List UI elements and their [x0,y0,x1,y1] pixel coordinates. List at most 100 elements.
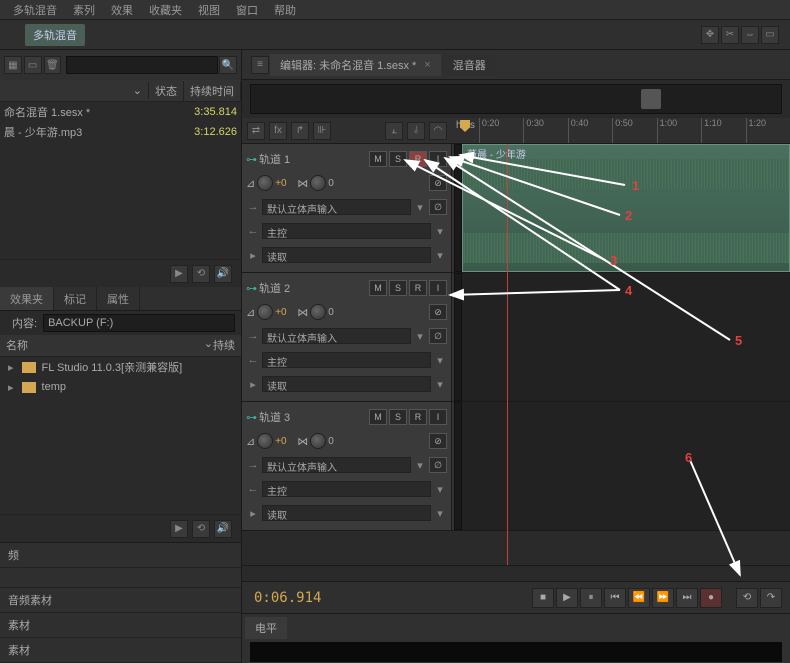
input-mon-icon[interactable]: ∅ [429,457,447,473]
track-name[interactable]: 轨道 1 [259,151,367,167]
rewind-button[interactable]: ⏪ [628,588,650,608]
autoplay-icon[interactable]: 🔊 [214,520,232,538]
menu-item[interactable]: 多轨混音 [13,2,57,18]
forward-button[interactable]: ⏩ [652,588,674,608]
menu-item[interactable]: 帮助 [274,2,296,18]
menu-item[interactable]: 收藏夹 [149,2,182,18]
pan-knob[interactable] [310,304,326,320]
input-combo[interactable]: 默认立体声输入 [262,328,411,344]
solo-button[interactable]: S [389,151,407,167]
input-combo[interactable]: 默认立体声输入 [262,457,411,473]
automation-combo[interactable]: 读取 [262,376,431,392]
automation-combo[interactable]: 读取 [262,505,431,521]
phase-icon[interactable]: ⊘ [429,433,447,449]
monitor-button[interactable]: I [429,280,447,296]
tree-folder[interactable]: ▸ FL Studio 11.0.3[亲测兼容版] [0,357,241,377]
mute-button[interactable]: M [369,151,387,167]
skip-sel-button[interactable]: ↷ [760,588,782,608]
editor-tab[interactable]: 编辑器: 未命名混音 1.sesx *× [270,54,441,76]
panel-menu-icon[interactable]: ≡ [251,56,269,74]
panel-item[interactable]: 素材 [0,613,241,638]
h-scrollbar[interactable] [242,565,790,581]
headphone-icon[interactable]: ◠ [429,122,447,140]
tool-move-icon[interactable]: ✥ [701,26,719,44]
volume-knob[interactable] [257,304,273,320]
input-combo[interactable]: 默认立体声输入 [262,199,411,215]
playhead[interactable] [507,144,508,565]
record-button[interactable]: R [409,409,427,425]
record-button[interactable]: R [409,280,427,296]
audio-clip[interactable]: 薇晨 - 少年游 [462,144,790,272]
input-mon-icon[interactable]: ∅ [429,328,447,344]
mixer-tab[interactable]: 混音器 [443,54,496,76]
menu-item[interactable]: 窗口 [236,2,258,18]
tab-markers[interactable]: 标记 [54,287,97,310]
volume-knob[interactable] [257,433,273,449]
menu-item[interactable]: 素列 [73,2,95,18]
loop-icon[interactable]: ⟲ [192,520,210,538]
panel-item[interactable]: 音频素材 [0,588,241,613]
tree-folder[interactable]: ▸ temp [0,377,241,397]
col-status[interactable]: 状态 [149,81,184,101]
track-name[interactable]: 轨道 2 [259,280,367,296]
track-lane[interactable]: 薇晨 - 少年游 [462,144,790,272]
track-lane[interactable] [462,273,790,401]
timecode[interactable]: 0:06.914 [250,590,321,606]
pan-knob[interactable] [310,433,326,449]
toggle-icon[interactable]: ⇄ [247,122,265,140]
overview[interactable] [250,84,782,114]
panel-item[interactable]: 频 [0,543,241,568]
level-tab[interactable]: 电平 [245,617,287,639]
monitor-button[interactable]: I [429,151,447,167]
pause-button[interactable]: ⏸ [580,588,602,608]
output-combo[interactable]: 主控 [262,352,431,368]
file-row[interactable]: 命名混音 1.sesx * 3:35.814 [0,102,241,122]
close-icon[interactable]: × [424,59,430,71]
overview-handle[interactable] [641,89,661,109]
play-button[interactable]: ▶ [556,588,578,608]
output-combo[interactable]: 主控 [262,481,431,497]
track-lane[interactable] [462,402,790,530]
magnet-icon[interactable]: ⫰ [407,122,425,140]
autoplay-icon[interactable]: 🔊 [214,265,232,283]
output-combo[interactable]: 主控 [262,223,431,239]
phase-icon[interactable]: ⊘ [429,304,447,320]
open-file-icon[interactable]: ▭ [24,56,42,74]
record-button[interactable]: R [409,151,427,167]
delete-icon[interactable]: 🗑 [44,56,62,74]
volume-knob[interactable] [257,175,273,191]
search-input[interactable] [66,56,218,74]
send-icon[interactable]: ↱ [291,122,309,140]
automation-combo[interactable]: 读取 [262,247,431,263]
phase-icon[interactable]: ⊘ [429,175,447,191]
skip-fwd-button[interactable]: ⏭ [676,588,698,608]
mute-button[interactable]: M [369,280,387,296]
search-icon[interactable]: 🔍 [219,56,237,74]
stop-button[interactable]: ■ [532,588,554,608]
tool-slip-icon[interactable]: ⇔ [741,26,759,44]
tool-cut-icon[interactable]: ✂ [721,26,739,44]
menu-item[interactable]: 视图 [198,2,220,18]
fx-icon[interactable]: fx [269,122,287,140]
loop-button[interactable]: ⟲ [736,588,758,608]
ruler-ticks[interactable]: hms 0:20 0:30 0:40 0:50 1:00 1:10 1:20 [452,118,790,143]
solo-button[interactable]: S [389,409,407,425]
eq-icon[interactable]: ⊪ [313,122,331,140]
monitor-button[interactable]: I [429,409,447,425]
tab-properties[interactable]: 属性 [97,287,140,310]
pan-knob[interactable] [310,175,326,191]
tool-select-icon[interactable]: ▭ [761,26,779,44]
menu-item[interactable]: 效果 [111,2,133,18]
loop-icon[interactable]: ⟲ [192,265,210,283]
mute-button[interactable]: M [369,409,387,425]
new-file-icon[interactable]: ▦ [4,56,22,74]
mode-tab[interactable]: 多轨混音 [25,24,85,46]
file-row[interactable]: 晨 - 少年游.mp3 3:12.626 [0,122,241,142]
solo-button[interactable]: S [389,280,407,296]
track-name[interactable]: 轨道 3 [259,409,367,425]
drive-combo[interactable]: BACKUP (F:) [43,314,235,332]
skip-back-button[interactable]: ⏮ [604,588,626,608]
panel-item[interactable]: 素材 [0,638,241,663]
play-icon[interactable]: ▶ [170,520,188,538]
record-button[interactable]: ● [700,588,722,608]
